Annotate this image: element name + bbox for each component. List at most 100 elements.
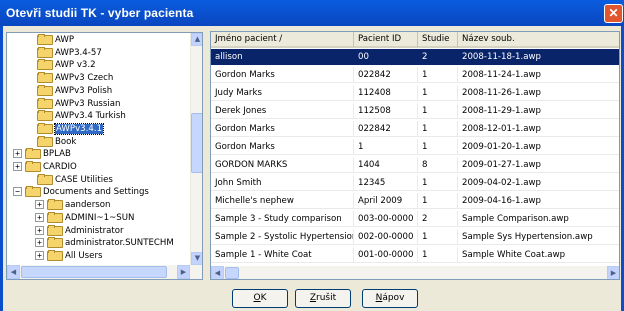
tree-item[interactable]: AWP [37, 34, 74, 45]
folder-icon [25, 161, 41, 172]
folder-icon [37, 34, 53, 45]
patient-list-header: Jméno pacient / Pacient ID Studie Název sou… [211, 32, 619, 48]
list-scroll-right-button[interactable]: ▶ [607, 266, 619, 279]
list-scroll-left-button[interactable]: ◀ [211, 266, 224, 279]
tree-item-label: AWPv3 Russian [55, 98, 121, 109]
expand-icon[interactable]: + [13, 149, 22, 159]
column-header[interactable]: Jméno pacient / [211, 32, 354, 47]
table-cell: 1 [418, 139, 458, 155]
table-row[interactable]: Sample 2 - Systolic Hypertension 002-00-0… [211, 229, 619, 245]
tree-scroll-up-button[interactable]: ▲ [191, 33, 202, 46]
column-header[interactable]: Název soub. [458, 32, 619, 47]
table-cell: GORDON MARKS [211, 157, 354, 173]
tree-item[interactable]: − Documents and Settings [13, 186, 149, 198]
tree-item-label: Book [55, 136, 77, 147]
tree-horizontal-scroll-thumb[interactable] [21, 266, 167, 278]
tree-item-label: CASE Utilities [55, 174, 113, 185]
table-row[interactable]: Sample 3 - Study comparison 003-00-0000 2 S… [211, 211, 619, 227]
folder-tree[interactable]: AWP AWP3.4-57 AWP v3.2 AWPv3 Czech AWPv3 Pol… [6, 32, 203, 280]
table-cell: 022842 [354, 67, 418, 83]
table-row[interactable]: GORDON MARKS 1404 8 2009-01-27-1.awp [211, 157, 619, 173]
table-row[interactable]: Derek Jones 112508 1 2008-11-29-1.awp [211, 103, 619, 119]
list-horizontal-scrollbar[interactable]: ◀ ▶ [211, 266, 619, 279]
tree-item[interactable]: + administrator.SUNTECHM [35, 237, 174, 249]
column-header[interactable]: Studie [418, 32, 458, 47]
title-bar[interactable]: Otevři studii TK - vyber pacienta ✕ [0, 0, 624, 26]
tree-scroll-down-button[interactable]: ▼ [191, 252, 202, 265]
tree-item-label: AWPv3 Polish [55, 85, 113, 96]
tree-item-label: CARDIO [43, 162, 77, 172]
table-row[interactable]: Sample 1 - White Coat 001-00-0000 1 Sample … [211, 247, 619, 263]
folder-icon [37, 72, 53, 84]
tree-item-label: AWPv3.4 Turkish [55, 111, 126, 122]
table-row[interactable]: Judy Marks 112408 1 2008-11-26-1.awp [211, 85, 619, 101]
table-cell: Sample 1 - White Coat [211, 247, 354, 263]
table-row[interactable]: Gordon Marks 022842 1 2008-12-01-1.awp [211, 121, 619, 137]
table-cell: 2009-01-20-1.awp [458, 139, 619, 155]
tree-horizontal-scrollbar[interactable]: ◀ ▶ [7, 265, 202, 279]
expand-icon[interactable]: + [35, 225, 44, 235]
table-cell: 1 [418, 103, 458, 119]
tree-item-label: Documents and Settings [43, 187, 149, 198]
tree-item[interactable]: AWPv3.4.1 [37, 122, 105, 135]
cancel-label-rest: rušit [316, 293, 337, 303]
tree-item-label: AWPv3 Czech [55, 73, 114, 84]
table-cell: Sample White Coat.awp [458, 247, 619, 263]
collapse-icon[interactable]: − [13, 187, 22, 197]
tree-vertical-scrollbar[interactable]: ▲ ▼ [190, 33, 202, 265]
tree-item-label: AWP3.4-57 [55, 47, 102, 58]
patient-list[interactable]: Jméno pacient / Pacient ID Studie Název sou… [210, 31, 620, 280]
folder-icon [25, 148, 41, 160]
expand-icon[interactable]: + [35, 250, 44, 260]
tree-item[interactable]: + All Users [35, 249, 102, 261]
folder-icon [47, 237, 63, 249]
tree-item[interactable]: + aanderson [35, 199, 110, 211]
ok-label-rest: K [260, 293, 267, 303]
folder-icon [47, 199, 63, 211]
tree-item[interactable]: + Administrator [35, 224, 124, 236]
table-cell: 1 [354, 139, 418, 155]
table-row[interactable]: allison 00 2 2008-11-18-1.awp [211, 49, 619, 65]
tree-item[interactable]: AWPv3 Czech [37, 72, 114, 84]
expand-icon[interactable]: + [35, 212, 44, 222]
table-cell: 001-00-0000 [354, 247, 418, 263]
window-title: Otevři studii TK - vyber pacienta [6, 6, 194, 20]
expand-icon[interactable]: + [13, 162, 22, 171]
expand-icon[interactable]: + [35, 200, 44, 210]
table-row[interactable]: Michelle's nephew April 2009 1 2009-04-16-1… [211, 193, 619, 209]
tree-item[interactable]: + CARDIO [13, 161, 77, 172]
tree-item[interactable]: AWP v3.2 [37, 59, 96, 71]
tree-item[interactable]: CASE Utilities [37, 173, 113, 185]
table-cell: 1404 [354, 157, 418, 173]
tree-item[interactable]: AWPv3 Polish [37, 84, 113, 96]
tree-item[interactable]: AWPv3 Russian [37, 97, 121, 109]
table-cell: 2008-11-29-1.awp [458, 103, 619, 119]
tree-item[interactable]: + ADMINI~1~SUN [35, 211, 134, 223]
table-row[interactable]: Gordon Marks 1 1 2009-01-20-1.awp [211, 139, 619, 155]
list-horizontal-scroll-thumb[interactable] [225, 267, 239, 279]
table-cell: 2 [418, 211, 458, 227]
table-cell: 2008-12-01-1.awp [458, 121, 619, 137]
tree-item-label: AWP v3.2 [55, 60, 96, 71]
tree-item[interactable]: AWP3.4-57 [37, 46, 102, 58]
table-row[interactable]: Gordon Marks 022842 1 2008-11-24-1.awp [211, 67, 619, 83]
tree-scroll-right-button[interactable]: ▶ [177, 265, 190, 279]
tree-item[interactable]: + BPLAB [13, 148, 71, 160]
expand-icon[interactable]: + [35, 238, 44, 248]
table-cell: 003-00-0000 [354, 211, 418, 227]
table-row[interactable]: John Smith 12345 1 2009-04-02-1.awp [211, 175, 619, 191]
table-cell: John Smith [211, 175, 354, 191]
table-cell: 1 [418, 229, 458, 245]
ok-button[interactable]: OK [232, 289, 288, 308]
help-button[interactable]: Nápov [362, 289, 418, 308]
tree-item[interactable]: AWPv3.4 Turkish [37, 110, 126, 122]
cancel-button[interactable]: Zrušit [295, 289, 351, 308]
column-header[interactable]: Pacient ID [354, 32, 418, 47]
tree-vertical-scroll-thumb[interactable] [191, 113, 202, 173]
tree-item[interactable]: Book [37, 135, 77, 147]
tree-item-label: administrator.SUNTECHM [65, 238, 174, 249]
table-cell: 2009-04-02-1.awp [458, 175, 619, 191]
table-cell: 2 [418, 49, 458, 65]
close-button[interactable]: ✕ [604, 4, 623, 23]
tree-scroll-left-button[interactable]: ◀ [7, 265, 20, 279]
